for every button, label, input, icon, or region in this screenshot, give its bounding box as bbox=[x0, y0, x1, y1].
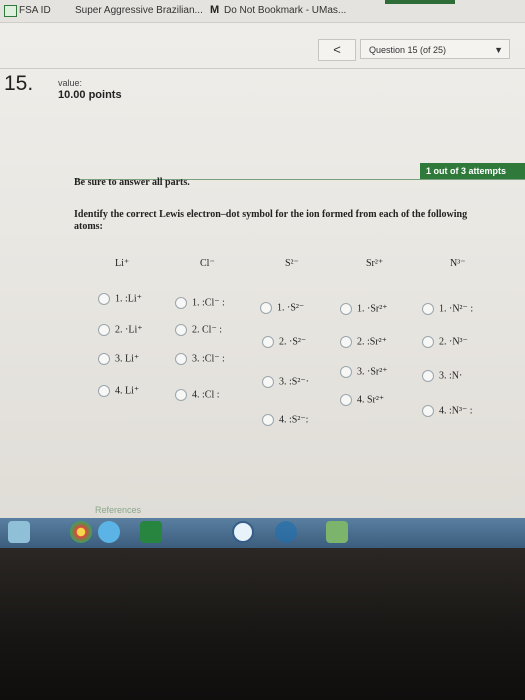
question-select[interactable]: Question 15 (of 25) ▼ bbox=[360, 39, 510, 59]
internet-explorer-icon[interactable] bbox=[98, 521, 120, 543]
column-header-n: N³⁻ bbox=[450, 258, 466, 269]
radio-button[interactable] bbox=[340, 394, 352, 406]
bookmark-m-icon: M bbox=[210, 4, 220, 16]
option-s-3[interactable]: 3. :S²⁻· bbox=[262, 376, 309, 388]
bookmarks-bar: FSA ID Super Aggressive Brazilian... M D… bbox=[0, 0, 525, 23]
fsa-bookmark-icon bbox=[4, 5, 17, 17]
radio-button[interactable] bbox=[262, 336, 274, 348]
header-accent-bar bbox=[385, 0, 455, 4]
attempts-badge: 1 out of 3 attempts bbox=[420, 163, 525, 179]
option-sr-4[interactable]: 4. Sr²⁺ bbox=[340, 394, 384, 406]
previous-question-button[interactable]: < bbox=[318, 39, 356, 61]
value-points: 10.00 points bbox=[58, 89, 122, 101]
option-s-1[interactable]: 1. ·S²⁻ bbox=[260, 302, 304, 314]
radio-button[interactable] bbox=[175, 324, 187, 336]
radio-button[interactable] bbox=[260, 302, 272, 314]
column-header-cl: Cl⁻ bbox=[200, 258, 215, 269]
option-sr-2[interactable]: 2. :Sr²⁺ bbox=[340, 336, 387, 348]
header-divider bbox=[0, 68, 525, 69]
radio-button[interactable] bbox=[175, 389, 187, 401]
radio-button[interactable] bbox=[422, 303, 434, 315]
option-s-2[interactable]: 2. ·S²⁻ bbox=[262, 336, 306, 348]
option-li-3[interactable]: 3. Li⁺ bbox=[98, 353, 139, 365]
value-label: value: bbox=[58, 78, 83, 88]
start-button-icon[interactable] bbox=[8, 521, 30, 543]
chrome-icon[interactable] bbox=[70, 521, 92, 543]
question-prompt: Identify the correct Lewis electron–dot … bbox=[74, 209, 468, 232]
app-icon[interactable] bbox=[232, 521, 254, 543]
radio-button[interactable] bbox=[98, 385, 110, 397]
question-select-label: Question 15 (of 25) bbox=[369, 45, 447, 55]
radio-button[interactable] bbox=[175, 353, 187, 365]
radio-button[interactable] bbox=[422, 336, 434, 348]
option-cl-1[interactable]: 1. :Cl⁻ : bbox=[175, 297, 225, 309]
bookmark-brazilian[interactable]: Super Aggressive Brazilian... bbox=[75, 5, 203, 16]
instruction-text: Be sure to answer all parts. bbox=[74, 177, 190, 188]
hp-icon[interactable] bbox=[275, 521, 297, 543]
windows-taskbar bbox=[0, 518, 525, 548]
option-n-3[interactable]: 3. :N· bbox=[422, 370, 462, 382]
chevron-down-icon: ▼ bbox=[494, 45, 503, 55]
radio-button[interactable] bbox=[340, 366, 352, 378]
store-icon[interactable] bbox=[140, 521, 162, 543]
radio-button[interactable] bbox=[98, 324, 110, 336]
option-cl-4[interactable]: 4. :Cl : bbox=[175, 389, 220, 401]
option-sr-3[interactable]: 3. ·Sr²⁺ bbox=[340, 366, 388, 378]
bookmark-fsa[interactable]: FSA ID bbox=[19, 5, 51, 16]
option-cl-2[interactable]: 2. Cl⁻ : bbox=[175, 324, 222, 336]
radio-button[interactable] bbox=[422, 370, 434, 382]
column-header-li: Li⁺ bbox=[115, 258, 130, 269]
radio-button[interactable] bbox=[340, 303, 352, 315]
references-link[interactable]: References bbox=[95, 505, 141, 515]
laptop-bezel bbox=[0, 548, 525, 700]
option-n-2[interactable]: 2. ·N³⁻ bbox=[422, 336, 468, 348]
option-cl-3[interactable]: 3. :Cl⁻ : bbox=[175, 353, 225, 365]
option-s-4[interactable]: 4. :S²⁻: bbox=[262, 414, 308, 426]
option-li-1[interactable]: 1. :Li⁺ bbox=[98, 293, 142, 305]
radio-button[interactable] bbox=[262, 414, 274, 426]
radio-button[interactable] bbox=[98, 293, 110, 305]
radio-button[interactable] bbox=[98, 353, 110, 365]
radio-button[interactable] bbox=[175, 297, 187, 309]
column-header-sr: Sr²⁺ bbox=[366, 258, 384, 269]
radio-button[interactable] bbox=[422, 405, 434, 417]
app-grid-icon[interactable] bbox=[326, 521, 348, 543]
column-header-s: S²⁻ bbox=[285, 258, 299, 269]
question-number: 15. bbox=[4, 72, 34, 95]
option-li-4[interactable]: 4. Li⁺ bbox=[98, 385, 139, 397]
radio-button[interactable] bbox=[262, 376, 274, 388]
bookmark-umass[interactable]: Do Not Bookmark - UMas... bbox=[224, 5, 346, 16]
option-n-4[interactable]: 4. :N³⁻ : bbox=[422, 405, 473, 417]
browser-screen: FSA ID Super Aggressive Brazilian... M D… bbox=[0, 0, 525, 548]
radio-button[interactable] bbox=[340, 336, 352, 348]
option-sr-1[interactable]: 1. ·Sr²⁺ bbox=[340, 303, 388, 315]
option-n-1[interactable]: 1. ·N²⁻ : bbox=[422, 303, 473, 315]
option-li-2[interactable]: 2. ·Li⁺ bbox=[98, 324, 143, 336]
